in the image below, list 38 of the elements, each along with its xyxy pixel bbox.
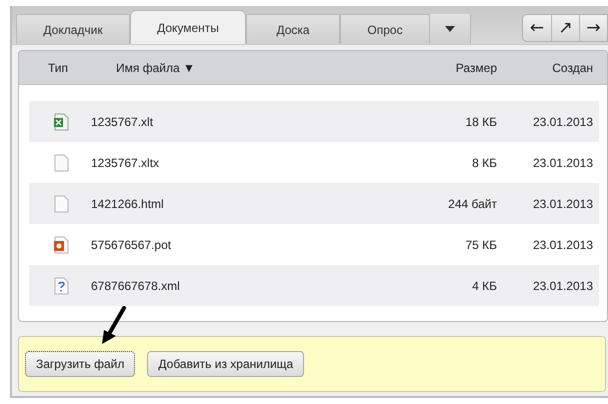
file-date: 23.01.2013 [532, 238, 594, 252]
column-header[interactable]: Размер [356, 60, 511, 74]
nav-button[interactable]: ← [523, 15, 551, 41]
file-date: 23.01.2013 [532, 278, 594, 292]
file-size: 244 байт [447, 196, 498, 210]
file-row[interactable]: 1421266.html 244 байт 23.01.2013 [29, 183, 599, 224]
file-date: 23.01.2013 [532, 196, 594, 210]
file-name: 1235767.xlt [91, 114, 154, 128]
file-name: 575676567.pot [91, 238, 172, 252]
file-size: 8 КБ [471, 156, 498, 170]
nav-button[interactable]: ↗ [551, 15, 579, 41]
file-name: 1421266.html [91, 196, 165, 210]
file-size: 4 КБ [471, 278, 498, 292]
tab[interactable]: Документы [130, 10, 246, 44]
help-file-icon [53, 276, 70, 294]
document-icon [53, 154, 70, 172]
spreadsheet-icon [53, 112, 70, 130]
file-row[interactable]: 6787667678.xml 4 КБ 23.01.2013 [29, 265, 599, 306]
column-header[interactable]: Создан [511, 60, 607, 74]
nav-button[interactable]: → [579, 15, 607, 41]
tab-dropdown[interactable] [430, 14, 471, 44]
upload-button[interactable]: Добавить из хранилища [147, 351, 304, 377]
file-name: 1235767.xltx [91, 156, 160, 170]
document-icon [53, 194, 70, 212]
column-header[interactable]: Имя файла ▼ [116, 60, 356, 74]
file-size: 18 КБ [464, 114, 498, 128]
column-header[interactable]: Тип [19, 60, 116, 74]
upload-button[interactable]: Загрузить файл [25, 351, 136, 377]
file-row[interactable]: 1235767.xlt 18 КБ 23.01.2013 [29, 101, 599, 142]
file-name: 6787667678.xml [91, 278, 181, 292]
tab[interactable]: Доска [246, 14, 340, 44]
tab[interactable]: Докладчик [16, 14, 130, 44]
caret-icon [445, 26, 455, 32]
tab[interactable]: Опрос [340, 14, 430, 44]
file-date: 23.01.2013 [532, 156, 594, 170]
file-date: 23.01.2013 [532, 114, 594, 128]
file-size: 75 КБ [464, 238, 498, 252]
presentation-icon [53, 236, 70, 254]
